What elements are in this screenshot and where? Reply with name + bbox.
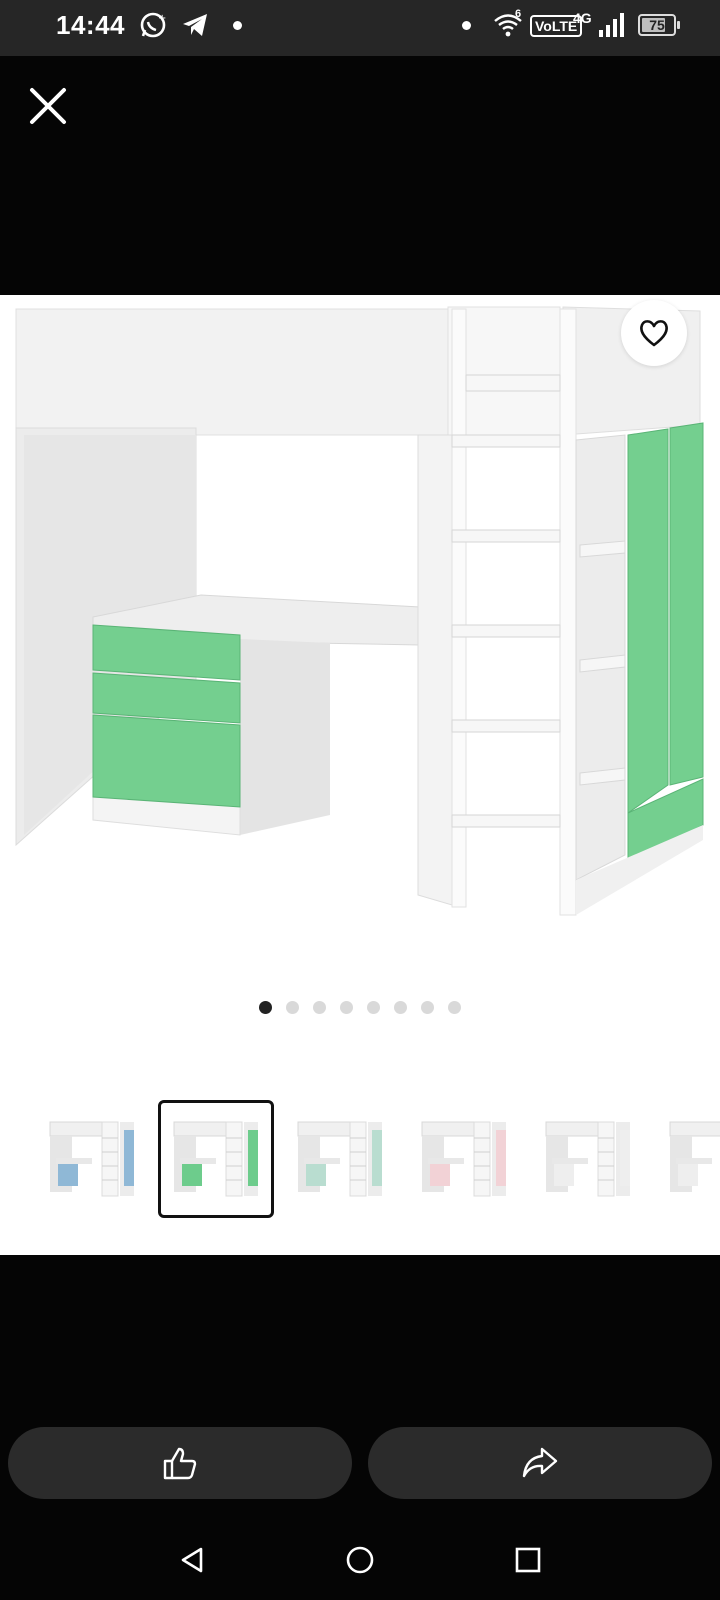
like-button[interactable] [8,1427,352,1499]
pagination-dot[interactable] [313,1001,326,1014]
battery-level: 75 [649,17,665,33]
status-time: 14:44 [56,10,125,40]
product-image[interactable] [0,295,720,955]
navigation-bar [0,1510,720,1600]
pagination-dot[interactable] [421,1001,434,1014]
favorite-button[interactable] [621,300,687,366]
pagination-dot[interactable] [448,1001,461,1014]
pagination-dots [0,1001,720,1017]
close-icon [30,88,66,124]
nav-home-button[interactable] [330,1530,390,1590]
pagination-dot[interactable] [340,1001,353,1014]
back-icon [181,1547,203,1573]
pagination-dot[interactable] [259,1001,272,1014]
network-type: 4G [573,10,592,26]
thumbnail-mint[interactable] [282,1100,398,1218]
telegram-icon [180,10,210,40]
thumbnail-strip [0,1100,720,1220]
nav-back-button[interactable] [162,1530,222,1590]
recents-icon [515,1547,541,1573]
whatsapp-icon: + [138,10,168,40]
thumbs-up-icon [163,1447,197,1480]
nav-recents-button[interactable] [498,1530,558,1590]
status-bar: 14:44 + 6 VoLTE 4G 75 [0,0,720,56]
thumbnail-blue[interactable] [34,1100,150,1218]
signal-icon [596,10,626,40]
notification-dot-right [462,21,471,30]
share-icon [522,1447,558,1478]
wifi-badge: 6 [515,8,522,20]
thumbnail-green[interactable] [158,1100,274,1218]
thumbnail-pink[interactable] [406,1100,522,1218]
share-button[interactable] [368,1427,712,1499]
pagination-dot[interactable] [367,1001,380,1014]
pagination-dot[interactable] [286,1001,299,1014]
close-button[interactable] [22,80,74,132]
heart-icon [640,320,668,347]
pagination-dot[interactable] [394,1001,407,1014]
notification-dot [233,21,242,30]
thumbnail-white[interactable] [530,1100,646,1218]
home-icon [346,1546,374,1574]
thumbnail-white-partial[interactable] [654,1100,720,1218]
battery-icon: 75 [638,14,680,36]
svg-text:+: + [158,13,166,24]
